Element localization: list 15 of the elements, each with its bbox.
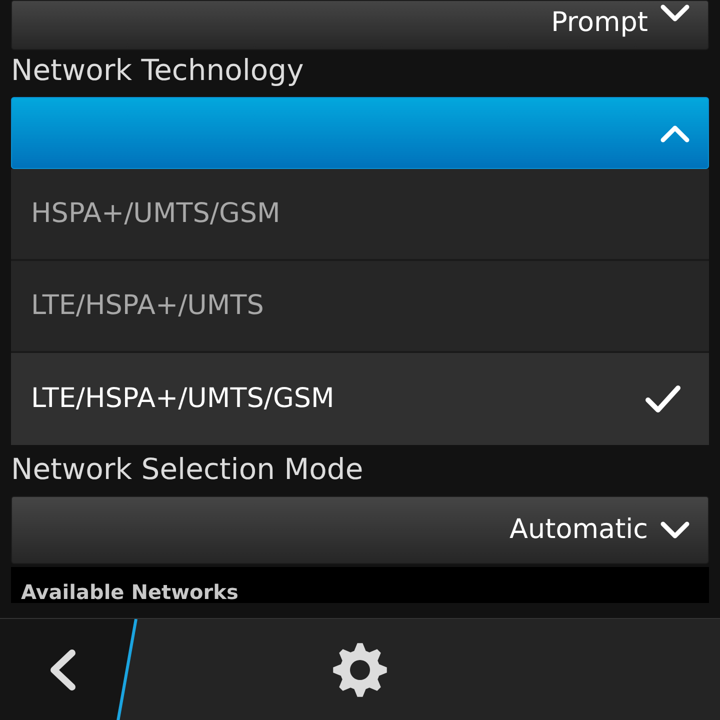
dropdown[interactable]: Automatic xyxy=(11,496,709,564)
settings-button[interactable] xyxy=(331,640,389,698)
back-icon xyxy=(48,648,78,690)
field-label: Network Selection Mode xyxy=(11,451,364,488)
chevron-down-icon xyxy=(660,3,690,23)
settings-icon xyxy=(331,640,389,698)
chevron-up-icon xyxy=(660,123,690,143)
option-item[interactable]: HSPA+/UMTS/GSM xyxy=(11,169,709,261)
field-label: Network Technology xyxy=(11,52,305,89)
section-header: Available Networks xyxy=(11,567,709,603)
option-item[interactable]: LTE/HSPA+/UMTS/GSM xyxy=(11,353,709,445)
chevron-down-icon xyxy=(660,520,690,540)
dropdown[interactable]: Prompt xyxy=(11,0,709,50)
checkmark-icon xyxy=(645,385,681,413)
back-button[interactable] xyxy=(48,648,78,690)
